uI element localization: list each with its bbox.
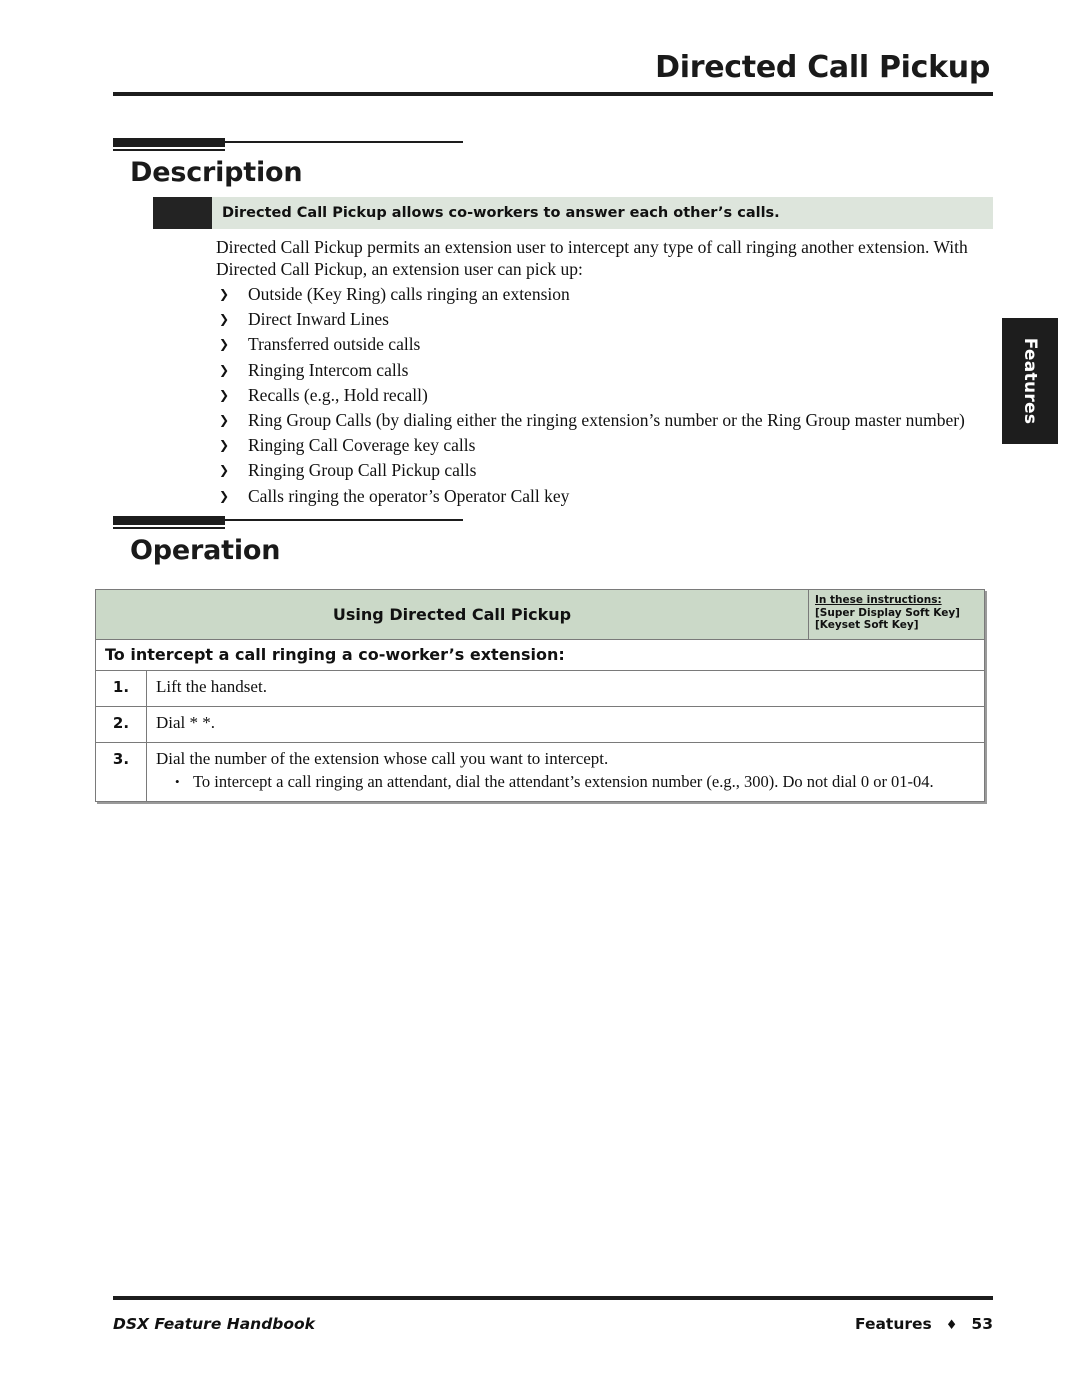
section-heading-description: Description bbox=[130, 157, 303, 188]
list-item-label: Direct Inward Lines bbox=[248, 309, 389, 330]
side-tab-label: Features bbox=[1020, 337, 1040, 425]
list-item-label: Ring Group Calls (by dialing either the … bbox=[248, 410, 965, 431]
list-item: ❯ Ring Group Calls (by dialing either the… bbox=[216, 408, 992, 433]
bullet-arrow-icon: ❯ bbox=[219, 337, 230, 352]
list-item: ❯ Transferred outside calls bbox=[216, 332, 992, 357]
step-text: Dial * *. bbox=[156, 713, 216, 732]
list-item: ❯ Calls ringing the operator’s Operator C… bbox=[216, 484, 992, 509]
list-item: ❯ Ringing Group Call Pickup calls bbox=[216, 458, 992, 483]
side-tab-features: Features bbox=[1002, 318, 1058, 444]
rule-underline bbox=[113, 527, 225, 529]
section-description: Description bbox=[113, 138, 993, 188]
diamond-icon: ♦ bbox=[945, 1318, 958, 1333]
step-number: 2. bbox=[96, 707, 147, 742]
step-cell: Lift the handset. bbox=[147, 671, 984, 706]
table-row: 1. Lift the handset. bbox=[96, 671, 984, 707]
bullet-arrow-icon: ❯ bbox=[219, 312, 230, 327]
legend-line-keyset: [Keyset Soft Key] bbox=[815, 619, 919, 631]
list-item-label: Transferred outside calls bbox=[248, 334, 421, 355]
description-bullet-list: ❯ Outside (Key Ring) calls ringing an ext… bbox=[216, 282, 992, 509]
bullet-arrow-icon: ❯ bbox=[219, 387, 230, 402]
step-number: 3. bbox=[96, 743, 147, 801]
bullet-arrow-icon: ❯ bbox=[219, 362, 230, 377]
rule-thick-bar bbox=[113, 138, 225, 147]
footer-section-name: Features bbox=[855, 1315, 932, 1333]
section-rule-description bbox=[113, 138, 993, 152]
section-rule-operation bbox=[113, 516, 993, 530]
bullet-arrow-icon: ❯ bbox=[219, 463, 230, 478]
list-item-label: Recalls (e.g., Hold recall) bbox=[248, 384, 428, 405]
footer-handbook-title: DSX Feature Handbook bbox=[113, 1315, 315, 1333]
list-item-label: Outside (Key Ring) calls ringing an exte… bbox=[248, 284, 570, 304]
page-title: Directed Call Pickup bbox=[655, 50, 990, 85]
list-item-label: Calls ringing the operator’s Operator Ca… bbox=[248, 485, 570, 506]
table-legend-box: In these instructions: [Super Display So… bbox=[808, 590, 984, 639]
table-subheading: To intercept a call ringing a co-worker’… bbox=[96, 640, 984, 671]
bullet-arrow-icon: ❯ bbox=[219, 413, 230, 428]
table-header-row: Using Directed Call Pickup In these inst… bbox=[96, 590, 984, 640]
step-cell: Dial the number of the extension whose c… bbox=[147, 743, 984, 801]
callout-marker-block bbox=[153, 197, 212, 229]
list-item-label: Ringing Group Call Pickup calls bbox=[248, 460, 477, 481]
footer-rule bbox=[113, 1296, 993, 1300]
step-subnote: • To intercept a call ringing an attendan… bbox=[156, 771, 976, 793]
step-subnote-text: To intercept a call ringing an attendant… bbox=[193, 772, 934, 791]
list-item: ❯ Direct Inward Lines bbox=[216, 307, 992, 332]
page-footer: DSX Feature Handbook Features ♦ 53 bbox=[113, 1315, 993, 1333]
table-row: 3. Dial the number of the extension whose… bbox=[96, 743, 984, 801]
legend-line-super-display: [Super Display Soft Key] bbox=[815, 606, 960, 619]
document-page: Directed Call Pickup Description Directe… bbox=[0, 0, 1080, 1397]
description-callout: Directed Call Pickup allows co-workers t… bbox=[153, 197, 993, 229]
step-text: Lift the handset. bbox=[156, 677, 267, 696]
step-number: 1. bbox=[96, 671, 147, 706]
list-item: ❯ Ringing Intercom calls bbox=[216, 358, 992, 383]
description-intro-paragraph: Directed Call Pickup permits an extensio… bbox=[216, 237, 968, 279]
bullet-dot-icon: • bbox=[175, 774, 180, 789]
table-title: Using Directed Call Pickup bbox=[332, 605, 572, 624]
table-row: 2. Dial * *. bbox=[96, 707, 984, 743]
list-item-label: Ringing Intercom calls bbox=[248, 359, 409, 380]
step-cell: Dial * *. bbox=[147, 707, 984, 742]
rule-thin-line bbox=[225, 519, 463, 521]
bullet-arrow-icon: ❯ bbox=[219, 438, 230, 453]
rule-thick-bar bbox=[113, 516, 225, 525]
list-item-label: Ringing Call Coverage key calls bbox=[248, 435, 476, 456]
legend-title: In these instructions: bbox=[815, 594, 942, 606]
list-item: ❯ Recalls (e.g., Hold recall) bbox=[216, 383, 992, 408]
bullet-arrow-icon: ❯ bbox=[219, 287, 230, 301]
step-text: Dial the number of the extension whose c… bbox=[156, 749, 609, 768]
list-item: ❯ Ringing Call Coverage key calls bbox=[216, 433, 992, 458]
section-operation: Operation bbox=[113, 516, 993, 566]
table-body: 1. Lift the handset. 2. Dial * *. 3. Dial the… bbox=[96, 671, 984, 801]
callout-text: Directed Call Pickup allows co-workers t… bbox=[222, 205, 780, 221]
rule-underline bbox=[113, 149, 225, 151]
list-item: ❯ Outside (Key Ring) calls ringing an ext… bbox=[216, 282, 992, 307]
section-heading-operation: Operation bbox=[130, 535, 281, 566]
rule-thin-line bbox=[225, 141, 463, 143]
operation-procedure-table: Using Directed Call Pickup In these inst… bbox=[95, 589, 985, 802]
footer-right-group: Features ♦ 53 bbox=[855, 1315, 993, 1333]
bullet-arrow-icon: ❯ bbox=[219, 488, 230, 503]
footer-page-number: 53 bbox=[971, 1315, 993, 1333]
header-rule bbox=[113, 92, 993, 96]
